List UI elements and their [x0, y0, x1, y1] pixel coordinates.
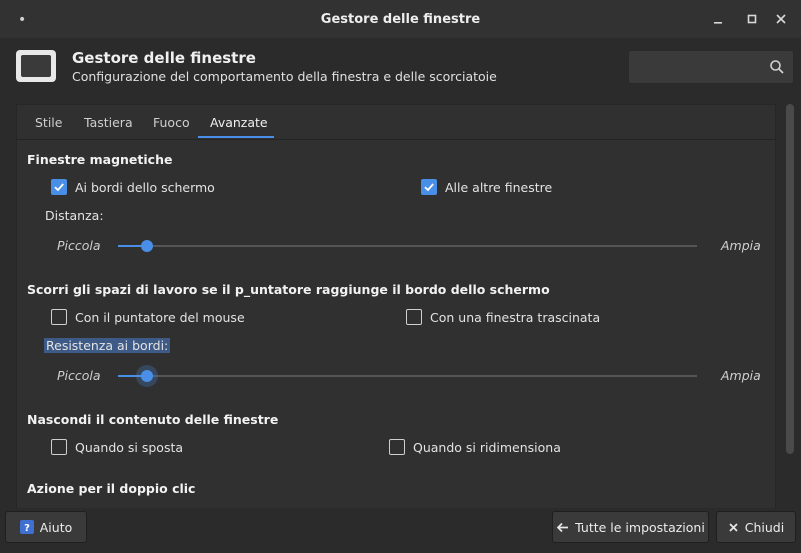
tab-avanzate[interactable]: Avanzate: [210, 115, 268, 130]
checkbox-mouse-pointer[interactable]: Con il puntatore del mouse: [51, 309, 245, 325]
search-box[interactable]: [628, 50, 794, 84]
all-settings-button-label: Tutte le impostazioni: [575, 519, 705, 535]
checkbox-unchecked-icon[interactable]: [51, 439, 67, 455]
checkbox-screen-edges[interactable]: Ai bordi dello schermo: [51, 179, 215, 195]
maximize-icon[interactable]: [743, 10, 761, 28]
header: Gestore delle finestre Configurazione de…: [0, 38, 801, 98]
footer-bar: ? Aiuto Tutte le impostazioni Chiudi: [0, 508, 801, 553]
tab-tastiera[interactable]: Tastiera: [84, 115, 133, 130]
resistance-label: Resistenza ai bordi:: [44, 338, 171, 353]
window-title: Gestore delle finestre: [320, 11, 481, 27]
tab-bar: Stile Tastiera Fuoco Avanzate: [17, 105, 775, 140]
active-tab-indicator: [198, 136, 274, 138]
checkbox-label: Alle altre finestre: [445, 179, 553, 195]
close-button-label: Chiudi: [744, 519, 785, 535]
resistance-slider[interactable]: Piccola Ampia: [57, 365, 761, 387]
search-input[interactable]: [635, 56, 769, 78]
section-title-workspaces: Scorri gli spazi di lavoro se il p_untat…: [27, 282, 550, 297]
section-title-hide-content: Nascondi il contenuto delle finestre: [27, 412, 279, 427]
header-subtitle: Configurazione del comportamento della f…: [72, 69, 497, 84]
tab-stile[interactable]: Stile: [35, 115, 62, 130]
slider-handle[interactable]: [140, 240, 153, 252]
checkbox-dragged-window[interactable]: Con una finestra trascinata: [406, 309, 600, 325]
checkbox-label: Con il puntatore del mouse: [75, 309, 245, 325]
section-title-double-click: Azione per il doppio clic: [27, 481, 196, 496]
slider-handle[interactable]: [140, 370, 153, 382]
slider-min-label: Piccola: [57, 368, 101, 383]
checkbox-resizing[interactable]: Quando si ridimensiona: [389, 439, 561, 455]
checkbox-label: Quando si sposta: [75, 439, 184, 455]
tab-fuoco[interactable]: Fuoco: [153, 115, 190, 130]
search-icon[interactable]: [769, 59, 785, 75]
checkbox-checked-icon[interactable]: [421, 179, 437, 195]
all-settings-button[interactable]: Tutte le impostazioni: [552, 511, 709, 543]
window-menu-icon[interactable]: •: [18, 12, 26, 28]
slider-track[interactable]: [118, 245, 697, 247]
checkbox-label: Ai bordi dello schermo: [75, 179, 215, 195]
checkbox-checked-icon[interactable]: [51, 179, 67, 195]
window-manager-icon: [16, 50, 56, 82]
checkbox-label: Con una finestra trascinata: [430, 309, 601, 325]
help-button[interactable]: ? Aiuto: [5, 511, 87, 543]
distance-slider[interactable]: Piccola Ampia: [57, 236, 761, 256]
checkbox-moving[interactable]: Quando si sposta: [51, 439, 183, 455]
scrollbar-thumb[interactable]: [786, 104, 794, 454]
close-button[interactable]: Chiudi: [716, 511, 796, 543]
svg-text:?: ?: [24, 523, 30, 534]
titlebar: • Gestore delle finestre: [0, 0, 801, 38]
arrow-left-icon: [556, 521, 569, 534]
close-x-icon: [728, 522, 739, 533]
distance-label: Distanza:: [45, 208, 104, 223]
close-icon[interactable]: [772, 10, 790, 28]
slider-max-label: Ampia: [721, 238, 761, 253]
checkbox-label: Quando si ridimensiona: [413, 439, 561, 455]
scrollbar[interactable]: [786, 104, 794, 502]
header-title: Gestore delle finestre: [72, 49, 256, 67]
settings-panel: Stile Tastiera Fuoco Avanzate Finestre m…: [16, 104, 776, 516]
help-button-label: Aiuto: [39, 519, 73, 535]
slider-min-label: Piccola: [57, 238, 101, 253]
slider-max-label: Ampia: [721, 368, 761, 383]
checkbox-unchecked-icon[interactable]: [389, 439, 405, 455]
slider-track[interactable]: [118, 375, 697, 377]
checkbox-unchecked-icon[interactable]: [406, 309, 422, 325]
checkbox-unchecked-icon[interactable]: [51, 309, 67, 325]
checkbox-other-windows[interactable]: Alle altre finestre: [421, 179, 552, 195]
section-title-magnetic: Finestre magnetiche: [27, 152, 173, 167]
minimize-icon[interactable]: [709, 10, 727, 28]
help-icon: ?: [19, 520, 34, 534]
